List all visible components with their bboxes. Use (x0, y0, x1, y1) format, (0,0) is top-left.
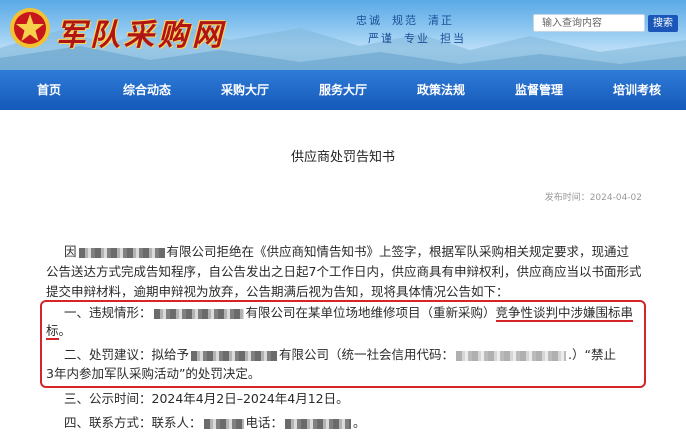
item-penalty: 二、处罚建议：拟给予 有限公司（统一社会信用代码： .）“禁止 (64, 346, 644, 364)
nav-item-home[interactable]: 首页 (0, 70, 98, 110)
redacted-company-name (153, 308, 244, 319)
site-title[interactable]: 军队采购网 (56, 10, 226, 54)
intro-line2: 公告送达方式完成告知程序，自公告发出之日起7个工作日内，供应商具有申辩权利，供应… (46, 264, 642, 279)
main-nav: 首页 综合动态 采购大厅 服务大厅 政策法规 监督管理 培训考核 (0, 70, 686, 110)
slogan-rigor: 严谨 (368, 32, 394, 45)
redacted-company-name (191, 350, 278, 361)
nav-item-service-hall[interactable]: 服务大厅 (294, 70, 392, 110)
slogan-loyalty: 忠诚 (356, 14, 382, 27)
slogan-integrity: 清正 (428, 14, 454, 27)
item1-highlight-end: 标 (46, 323, 59, 340)
item1-prefix: 一、违规情形： (64, 305, 152, 320)
site-header: 军队采购网 忠诚 规范 清正 严谨 专业 担当 输入查询内容 搜索 (0, 0, 686, 70)
item-contact: 四、联系方式：联系人： 电话： 。 (64, 414, 644, 432)
item4-end: 。 (353, 415, 366, 430)
nav-item-news[interactable]: 综合动态 (98, 70, 196, 110)
nav-item-policy[interactable]: 政策法规 (392, 70, 490, 110)
slogan-professional: 专业 (404, 32, 430, 45)
search-button[interactable]: 搜索 (648, 15, 678, 32)
nav-item-supervision[interactable]: 监督管理 (490, 70, 588, 110)
item4-phone: 电话： (245, 415, 284, 430)
item4-prefix: 四、联系方式：联系人： (64, 415, 202, 430)
item-announcement-period: 三、公示时间：2024年4月2日–2024年4月12日。 (64, 391, 349, 406)
intro-line3: 提交申辩材料，逾期申辩视为放弃，公告期满后视为告知，现将具体情况公告如下： (46, 284, 509, 299)
item2-end: .）“禁止 (568, 347, 616, 362)
item2-prefix: 二、处罚建议：拟给予 (64, 347, 190, 362)
item2-line2: 3年内参加军队采购活动”的处罚决定。 (46, 366, 261, 381)
item-violation: 一、违规情形： 有限公司在某单位场地维修项目（重新采购）竞争性谈判中涉嫌围标串 (64, 304, 644, 322)
slogan-standard: 规范 (392, 14, 418, 27)
item2-mid: 有限公司（统一社会信用代码： (279, 347, 455, 362)
intro-paragraph: 因 有限公司拒绝在《供应商知情告知书》上签字，根据军队采购相关规定要求，现通过 公… (46, 242, 646, 302)
redacted-contact-name (203, 418, 244, 429)
army-emblem-icon (10, 8, 50, 48)
nav-item-procurement-hall[interactable]: 采购大厅 (196, 70, 294, 110)
slogan-responsibility: 担当 (440, 32, 466, 45)
redacted-company-name (78, 247, 165, 258)
nav-item-training[interactable]: 培训考核 (588, 70, 686, 110)
item1-highlight: 竞争性谈判中涉嫌围标串 (495, 305, 634, 322)
item1-end: 。 (58, 323, 72, 338)
item1-mid: 有限公司在某单位场地维修项目（重新采购） (245, 305, 496, 320)
intro-line1: 有限公司拒绝在《供应商知情告知书》上签字，根据军队采购相关规定要求，现通过 (166, 244, 630, 259)
item-violation-cont: 标。 (46, 322, 626, 340)
page-title: 供应商处罚告知书 (290, 150, 395, 165)
publish-date: 发布时间：2024-04-02 (544, 193, 642, 203)
search-input[interactable]: 输入查询内容 (533, 14, 645, 32)
redacted-phone (285, 418, 352, 429)
redacted-credit-code (456, 350, 567, 361)
intro-prefix: 因 (64, 244, 77, 259)
